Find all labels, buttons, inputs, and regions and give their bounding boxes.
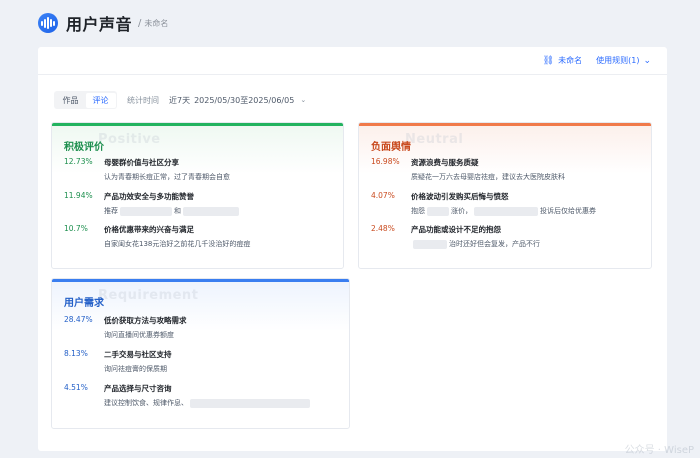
item-title: 母婴群价值与社区分享 [104, 158, 179, 167]
item-title: 资源浪费与服务质疑 [411, 158, 479, 167]
rename-button[interactable]: ⛓ 未命名 [543, 55, 582, 66]
item-desc: 认为青春期长痘正常，过了青春期会自愈 [104, 173, 230, 181]
item-desc: 建议控制饮食、规律作息、 [104, 398, 312, 408]
desc-text: 抱怨 [411, 207, 425, 215]
content-type-tabs: 作品 评论 [54, 91, 117, 109]
tab-comments[interactable]: 评论 [85, 92, 116, 108]
breadcrumb[interactable]: 未命名 [144, 18, 168, 29]
desc-text: 投诉后仅给优惠券 [540, 207, 596, 215]
item-percentage: 28.47% [64, 315, 93, 324]
redacted-text [427, 206, 449, 216]
item-title: 价格优惠带来的兴奋与满足 [104, 225, 194, 234]
card-header: 积极评价 Positive [52, 126, 343, 153]
item-title: 价格波动引发购买后悔与愤怒 [411, 192, 509, 201]
main-panel: ⛓ 未命名 使用规则(1) ⌄ 作品 评论 统计时间 近7天 2025/05/3… [38, 47, 667, 451]
item-desc: 推荐 和 [104, 206, 241, 216]
card-title: 积极评价 [64, 141, 104, 153]
list-item[interactable]: 12.73% 母婴群价值与社区分享 认为青春期长痘正常，过了青春期会自愈 [64, 157, 230, 182]
breadcrumb-separator: / [138, 17, 142, 29]
item-percentage: 8.13% [64, 349, 88, 358]
negative-sentiment-card: 负面舆情 Neutral 16.98% 资源浪费与服务质疑 质疑花一万六去母婴店… [358, 122, 652, 269]
item-percentage: 4.51% [64, 383, 88, 392]
chevron-down-icon: ⌄ [300, 96, 307, 104]
redacted-text [120, 206, 172, 216]
filter-toolbar: 作品 评论 统计时间 近7天 2025/05/30至2025/06/05 ⌄ [54, 91, 306, 109]
voice-wave-logo-icon [38, 13, 58, 33]
corner-watermark: 公众号 · WiseP [624, 445, 694, 456]
item-percentage: 16.98% [371, 157, 400, 166]
user-needs-card: 用户需求 Requirement 28.47% 低价获取方法与攻略需求 询问直播… [51, 278, 350, 429]
redacted-text [413, 239, 447, 249]
card-title: 用户需求 [64, 297, 104, 309]
item-title: 产品选择与尺寸咨询 [104, 384, 172, 393]
item-title: 二手交易与社区支持 [104, 350, 172, 359]
card-watermark: Positive [98, 131, 161, 147]
page-title: 用户声音 [66, 15, 133, 34]
positive-review-card: 积极评价 Positive 12.73% 母婴群价值与社区分享 认为青春期长痘正… [51, 122, 344, 269]
card-header: 负面舆情 Neutral [359, 126, 651, 153]
item-title: 产品功效安全与多功能赞誉 [104, 192, 194, 201]
item-desc: 抱怨 涨价， 投诉后仅给优惠券 [411, 206, 596, 216]
date-range-value: 2025/05/30至2025/06/05 [194, 95, 295, 105]
date-range-select[interactable]: 近7天 2025/05/30至2025/06/05 ⌄ [169, 95, 306, 106]
tab-works[interactable]: 作品 [56, 93, 86, 108]
desc-text: 建议控制饮食、规律作息、 [104, 399, 188, 407]
usage-rules-label: 使用规则(1) [596, 56, 640, 65]
item-percentage: 11.94% [64, 191, 93, 200]
desc-text: 和 [174, 207, 181, 215]
item-desc: 质疑花一万六去母婴店祛痘，建议去大医院皮肤科 [411, 173, 565, 181]
stat-time-label: 统计时间 [127, 95, 159, 105]
item-percentage: 12.73% [64, 157, 93, 166]
rename-label: 未命名 [558, 56, 583, 65]
redacted-text [183, 206, 239, 216]
redacted-text [474, 206, 538, 216]
list-item[interactable]: 2.48% 产品功能或设计不足的抱怨 治时还好但会复发，产品不行 [371, 224, 540, 249]
app-header: 用户声音 / 未命名 [0, 0, 700, 46]
redacted-text [190, 398, 310, 408]
item-desc: 询问直播间优惠券额度 [104, 331, 174, 339]
card-watermark: Neutral [405, 131, 464, 147]
item-percentage: 4.07% [371, 191, 395, 200]
card-title: 负面舆情 [371, 141, 411, 153]
item-desc: 自家闺女花138元治好之前花几千没治好的痘痘 [104, 240, 251, 248]
list-item[interactable]: 16.98% 资源浪费与服务质疑 质疑花一万六去母婴店祛痘，建议去大医院皮肤科 [371, 157, 565, 182]
panel-top-bar: ⛓ 未命名 使用规则(1) ⌄ [38, 47, 667, 75]
range-label: 近7天 [169, 95, 191, 105]
card-header: 用户需求 Requirement [52, 282, 349, 309]
list-item[interactable]: 10.7% 价格优惠带来的兴奋与满足 自家闺女花138元治好之前花几千没治好的痘… [64, 224, 250, 249]
desc-text: 推荐 [104, 207, 118, 215]
link-icon: ⛓ [542, 55, 555, 66]
item-percentage: 2.48% [371, 224, 395, 233]
card-watermark: Requirement [98, 287, 199, 303]
list-item[interactable]: 11.94% 产品功效安全与多功能赞誉 推荐 和 [64, 191, 241, 216]
desc-text: 治时还好但会复发，产品不行 [449, 240, 540, 248]
chevron-down-icon: ⌄ [643, 55, 651, 66]
item-title: 产品功能或设计不足的抱怨 [411, 225, 501, 234]
list-item[interactable]: 4.51% 产品选择与尺寸咨询 建议控制饮食、规律作息、 [64, 383, 312, 408]
item-desc: 治时还好但会复发，产品不行 [411, 239, 540, 249]
list-item[interactable]: 4.07% 价格波动引发购买后悔与愤怒 抱怨 涨价， 投诉后仅给优惠券 [371, 191, 596, 216]
item-percentage: 10.7% [64, 224, 88, 233]
item-title: 低价获取方法与攻略需求 [104, 316, 187, 325]
desc-text: 涨价， [451, 207, 472, 215]
usage-rules-dropdown[interactable]: 使用规则(1) ⌄ [596, 55, 651, 66]
item-desc: 询问祛痘膏的保质期 [104, 365, 167, 373]
list-item[interactable]: 28.47% 低价获取方法与攻略需求 询问直播间优惠券额度 [64, 315, 187, 340]
list-item[interactable]: 8.13% 二手交易与社区支持 询问祛痘膏的保质期 [64, 349, 172, 374]
